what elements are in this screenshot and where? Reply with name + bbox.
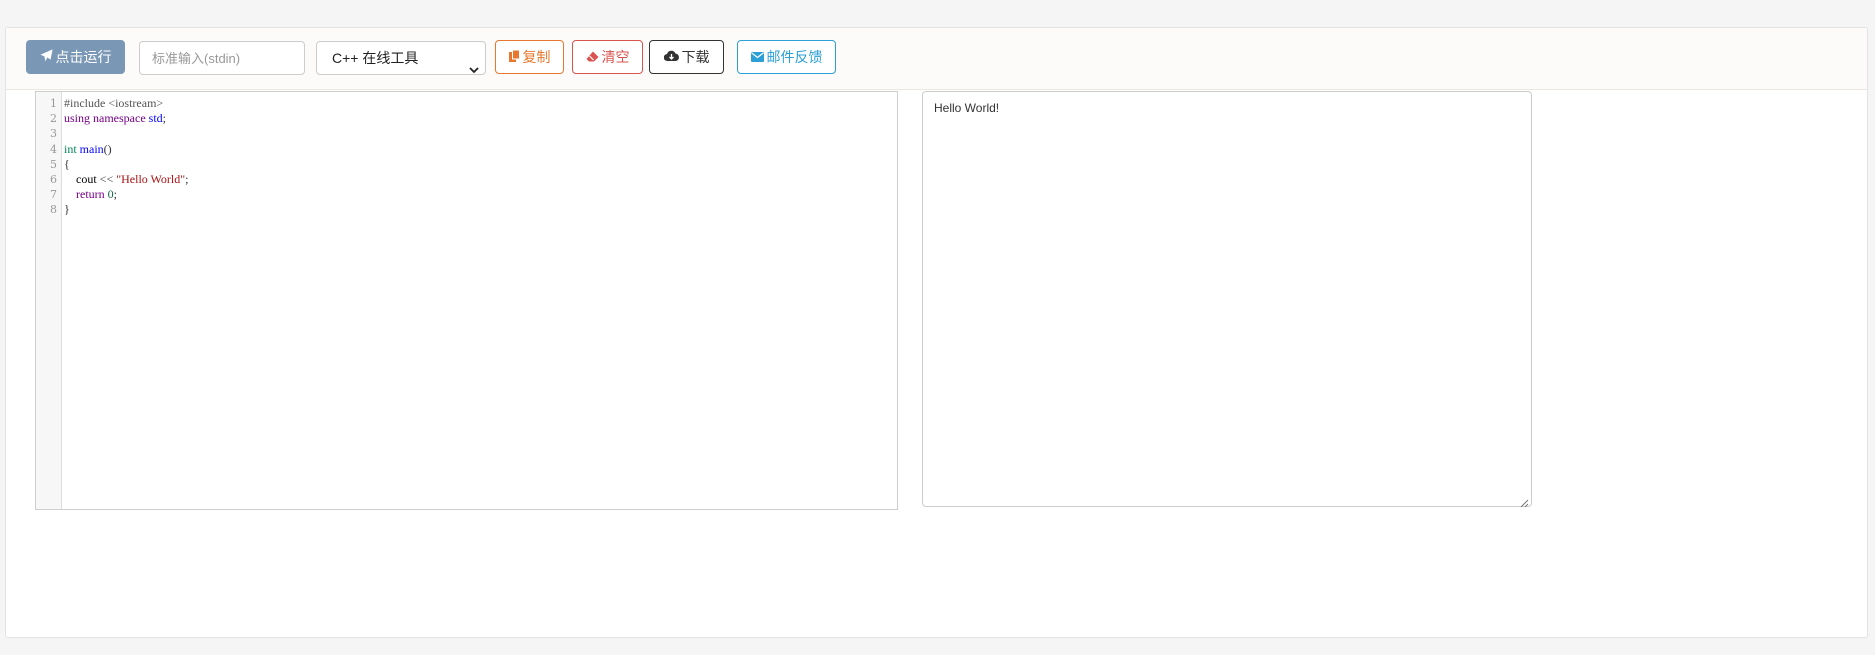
stdin-input[interactable] [139, 41, 305, 75]
resize-handle-icon[interactable] [1520, 495, 1529, 508]
chevron-down-icon [469, 54, 479, 74]
code-token: return [76, 187, 105, 201]
envelope-icon [750, 41, 764, 73]
code-area[interactable]: #include <iostream> using namespace std;… [64, 96, 897, 509]
line-number: 1 [50, 97, 57, 110]
code-token: main [79, 142, 104, 156]
code-token: ; [162, 111, 167, 125]
clear-button[interactable]: 清空 [572, 40, 643, 74]
language-select-value: C++ 在线工具 [332, 50, 419, 66]
code-line: #include <iostream> [64, 96, 163, 111]
code-token: "Hello World" [116, 172, 186, 186]
download-button[interactable]: 下载 [649, 40, 724, 74]
code-token: namespace [93, 111, 146, 125]
language-select[interactable]: C++ 在线工具 [316, 41, 486, 75]
download-button-label: 下载 [681, 49, 710, 65]
code-line: cout << "Hello World"; [64, 172, 189, 187]
eraser-icon [586, 41, 599, 73]
code-token: int [64, 142, 77, 156]
code-token: } [64, 202, 70, 216]
run-button-label: 点击运行 [55, 49, 112, 65]
code-line: using namespace std; [64, 111, 166, 126]
code-token: using [64, 111, 91, 125]
copy-button[interactable]: 复制 [495, 40, 564, 74]
line-number: 8 [50, 203, 57, 216]
code-token: #include <iostream> [64, 96, 164, 110]
output-text: Hello World! [934, 101, 1000, 115]
line-number: 3 [50, 127, 57, 140]
code-token: ; [185, 172, 189, 186]
code-token: () [103, 142, 112, 156]
code-token: std [148, 111, 163, 125]
feedback-button[interactable]: 邮件反馈 [737, 40, 836, 74]
paper-plane-icon [39, 41, 53, 73]
line-number: 6 [50, 173, 57, 186]
clear-button-label: 清空 [601, 49, 630, 65]
line-number-gutter: 1 2 3 4 5 6 7 8 [36, 92, 62, 509]
toolbar: 点击运行 C++ 在线工具 复制 清空 下载 [6, 28, 1867, 90]
line-number: 5 [50, 158, 57, 171]
line-number: 4 [50, 143, 57, 156]
output-textarea[interactable]: Hello World! [922, 91, 1532, 508]
code-token: << [99, 172, 114, 186]
cloud-download-icon [663, 41, 679, 73]
code-line: } [64, 202, 70, 217]
code-line: int main() [64, 142, 112, 157]
copy-button-label: 复制 [522, 49, 551, 65]
copy-icon [508, 41, 520, 73]
code-editor[interactable]: 1 2 3 4 5 6 7 8 #include <iostream> usin… [35, 91, 898, 510]
code-line: { [64, 157, 70, 172]
feedback-button-label: 邮件反馈 [766, 49, 823, 65]
code-token: { [64, 157, 70, 171]
code-token: ; [113, 187, 117, 201]
run-button[interactable]: 点击运行 [26, 40, 125, 74]
code-token: cout [64, 172, 100, 186]
code-line: return 0; [64, 187, 117, 202]
line-number: 7 [50, 188, 57, 201]
line-number: 2 [50, 112, 57, 125]
